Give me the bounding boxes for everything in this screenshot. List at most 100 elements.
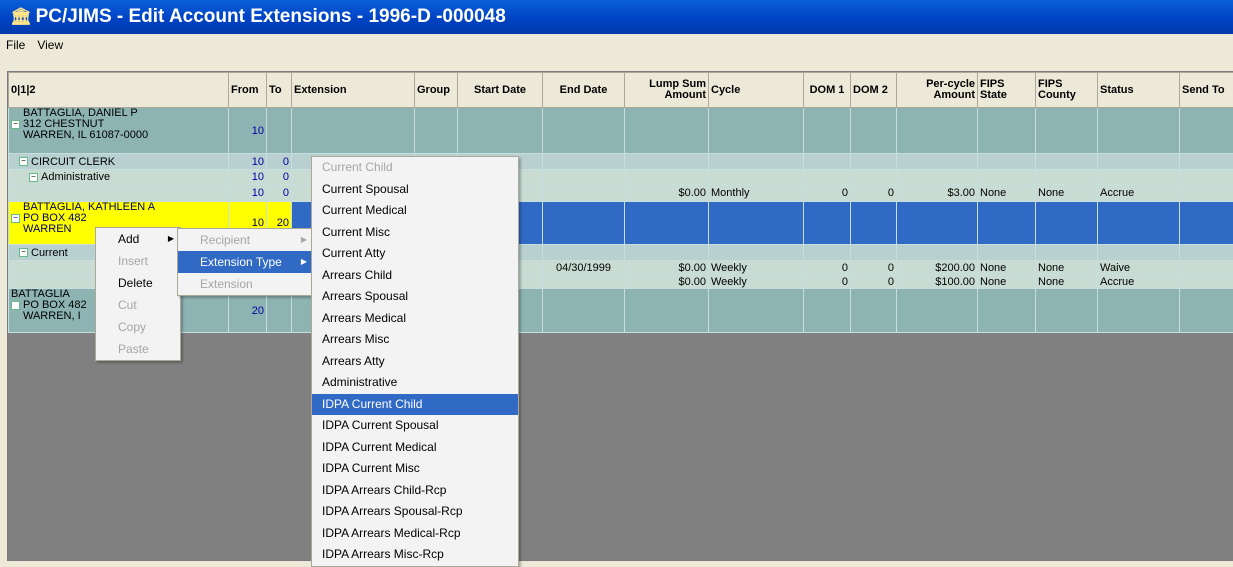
menu-paste[interactable]: Paste [96,338,180,360]
menu-add-label: Add [118,232,139,246]
col-fips-state[interactable]: FIPS State [978,73,1036,108]
menu-recipient[interactable]: Recipient ▶ [178,229,313,251]
menu-extension-type[interactable]: Extension Type ▶ [178,251,313,273]
collapse-icon[interactable] [11,301,20,310]
col-cycle[interactable]: Cycle [709,73,804,108]
collapse-icon[interactable]: − [11,214,20,223]
extension-type-item[interactable]: IDPA Arrears Spousal-Rcp [312,501,518,523]
from-cell: 10 [229,185,267,202]
col-dom1[interactable]: DOM 1 [804,73,851,108]
col-lump-sum[interactable]: Lump Sum Amount [625,73,709,108]
menu-cut[interactable]: Cut [96,294,180,316]
extensions-grid[interactable]: 0|1|2 From To Extension Group Start Date… [7,71,1233,561]
col-from[interactable]: From [229,73,267,108]
table-row[interactable]: −CIRCUIT CLERK 10 0 [9,154,1233,170]
col-to[interactable]: To [267,73,292,108]
group-label: Current [31,247,68,259]
col-end-date[interactable]: End Date [543,73,625,108]
extension-type-item[interactable]: IDPA Arrears Medical-Rcp [312,523,518,545]
extension-type-item[interactable]: Arrears Child [312,265,518,287]
header-row: 0|1|2 From To Extension Group Start Date… [9,73,1233,108]
collapse-icon[interactable]: − [29,173,38,182]
extension-type-item[interactable]: IDPA Current Spousal [312,415,518,437]
lump-sum-cell: $0.00 [625,261,709,275]
dom2-cell: 0 [851,185,897,202]
type-label: Administrative [41,171,110,183]
menu-insert[interactable]: Insert [96,250,180,272]
extension-type-item[interactable]: Current Atty [312,243,518,265]
add-submenu: Recipient ▶ Extension Type ▶ Extension [177,228,314,296]
col-status[interactable]: Status [1098,73,1180,108]
submenu-arrow-icon: ▶ [301,229,307,251]
window-title: PC/JIMS - Edit Account Extensions - 1996… [36,6,506,28]
col-levels[interactable]: 0|1|2 [9,73,229,108]
from-cell: 10 [229,170,267,185]
menu-file[interactable]: File [0,38,31,52]
table-row[interactable]: 10 0 /1996 $0.00 Monthly 0 0 $3.00 None … [9,185,1233,202]
menu-delete[interactable]: Delete [96,272,180,294]
menu-bar: File View [0,34,1233,56]
collapse-icon[interactable]: − [19,157,28,166]
extension-type-item[interactable]: IDPA Arrears Misc-Rcp [312,544,518,566]
extension-type-item[interactable]: Current Misc [312,222,518,244]
recipient-city: WARREN, IL 61087-0000 [11,130,226,141]
collapse-icon[interactable]: − [11,120,20,129]
extension-type-item[interactable]: IDPA Current Medical [312,437,518,459]
fips-state-cell: None [978,275,1036,289]
extension-type-item[interactable]: Arrears Misc [312,329,518,351]
col-extension[interactable]: Extension [292,73,415,108]
cycle-cell: Monthly [709,185,804,202]
extension-type-item[interactable]: Arrears Medical [312,308,518,330]
from-cell: 10 [229,108,267,154]
submenu-arrow-icon: ▶ [301,251,307,273]
menu-copy[interactable]: Copy [96,316,180,338]
menu-extension-type-label: Extension Type [200,255,282,269]
extension-type-item[interactable]: IDPA Arrears Child-Rcp [312,480,518,502]
dom2-cell: 0 [851,261,897,275]
extension-type-item[interactable]: Arrears Atty [312,351,518,373]
per-cycle-cell: $200.00 [897,261,978,275]
extension-type-item[interactable]: Current Medical [312,200,518,222]
menu-recipient-label: Recipient [200,233,250,247]
extension-type-item[interactable]: Administrative [312,372,518,394]
cycle-cell: Weekly [709,275,804,289]
collapse-icon[interactable]: − [19,248,28,257]
col-start-date[interactable]: Start Date [458,73,543,108]
menu-extension[interactable]: Extension [178,273,313,295]
col-per-cycle[interactable]: Per-cycle Amount [897,73,978,108]
dom1-cell: 0 [804,275,851,289]
extension-type-item[interactable]: Current Child [312,157,518,179]
col-dom2[interactable]: DOM 2 [851,73,897,108]
recipient-cell: BATTAGLIA, DANIEL P −312 CHESTNUT WARREN… [9,108,229,154]
col-send-to[interactable]: Send To [1180,73,1233,108]
col-group[interactable]: Group [415,73,458,108]
lump-sum-cell: $0.00 [625,185,709,202]
menu-add[interactable]: Add ▶ [96,228,180,250]
extension-type-item[interactable]: Arrears Spousal [312,286,518,308]
dom1-cell: 0 [804,185,851,202]
submenu-arrow-icon: ▶ [168,228,174,250]
fips-state-cell: None [978,185,1036,202]
app-icon: 🏛 [10,7,32,27]
table-row[interactable]: BATTAGLIA, DANIEL P −312 CHESTNUT WARREN… [9,108,1233,154]
lump-sum-cell: $0.00 [625,275,709,289]
menu-view[interactable]: View [31,38,69,52]
status-cell: Waive [1098,261,1180,275]
to-cell: 0 [267,170,292,185]
dom1-cell: 0 [804,261,851,275]
table-row[interactable]: −Administrative 10 0 [9,170,1233,185]
per-cycle-cell: $100.00 [897,275,978,289]
status-cell: Accrue [1098,275,1180,289]
to-cell: 0 [267,154,292,170]
extension-type-item[interactable]: IDPA Current Child [312,394,518,416]
dom2-cell: 0 [851,275,897,289]
fips-county-cell: None [1036,185,1098,202]
extension-type-item[interactable]: Current Spousal [312,179,518,201]
group-label: CIRCUIT CLERK [31,156,115,168]
status-cell: Accrue [1098,185,1180,202]
title-bar: 🏛 PC/JIMS - Edit Account Extensions - 19… [0,0,1233,34]
col-fips-county[interactable]: FIPS County [1036,73,1098,108]
context-menu: Add ▶ Insert Delete Cut Copy Paste [95,227,181,361]
extension-type-item[interactable]: IDPA Current Misc [312,458,518,480]
to-cell: 0 [267,185,292,202]
